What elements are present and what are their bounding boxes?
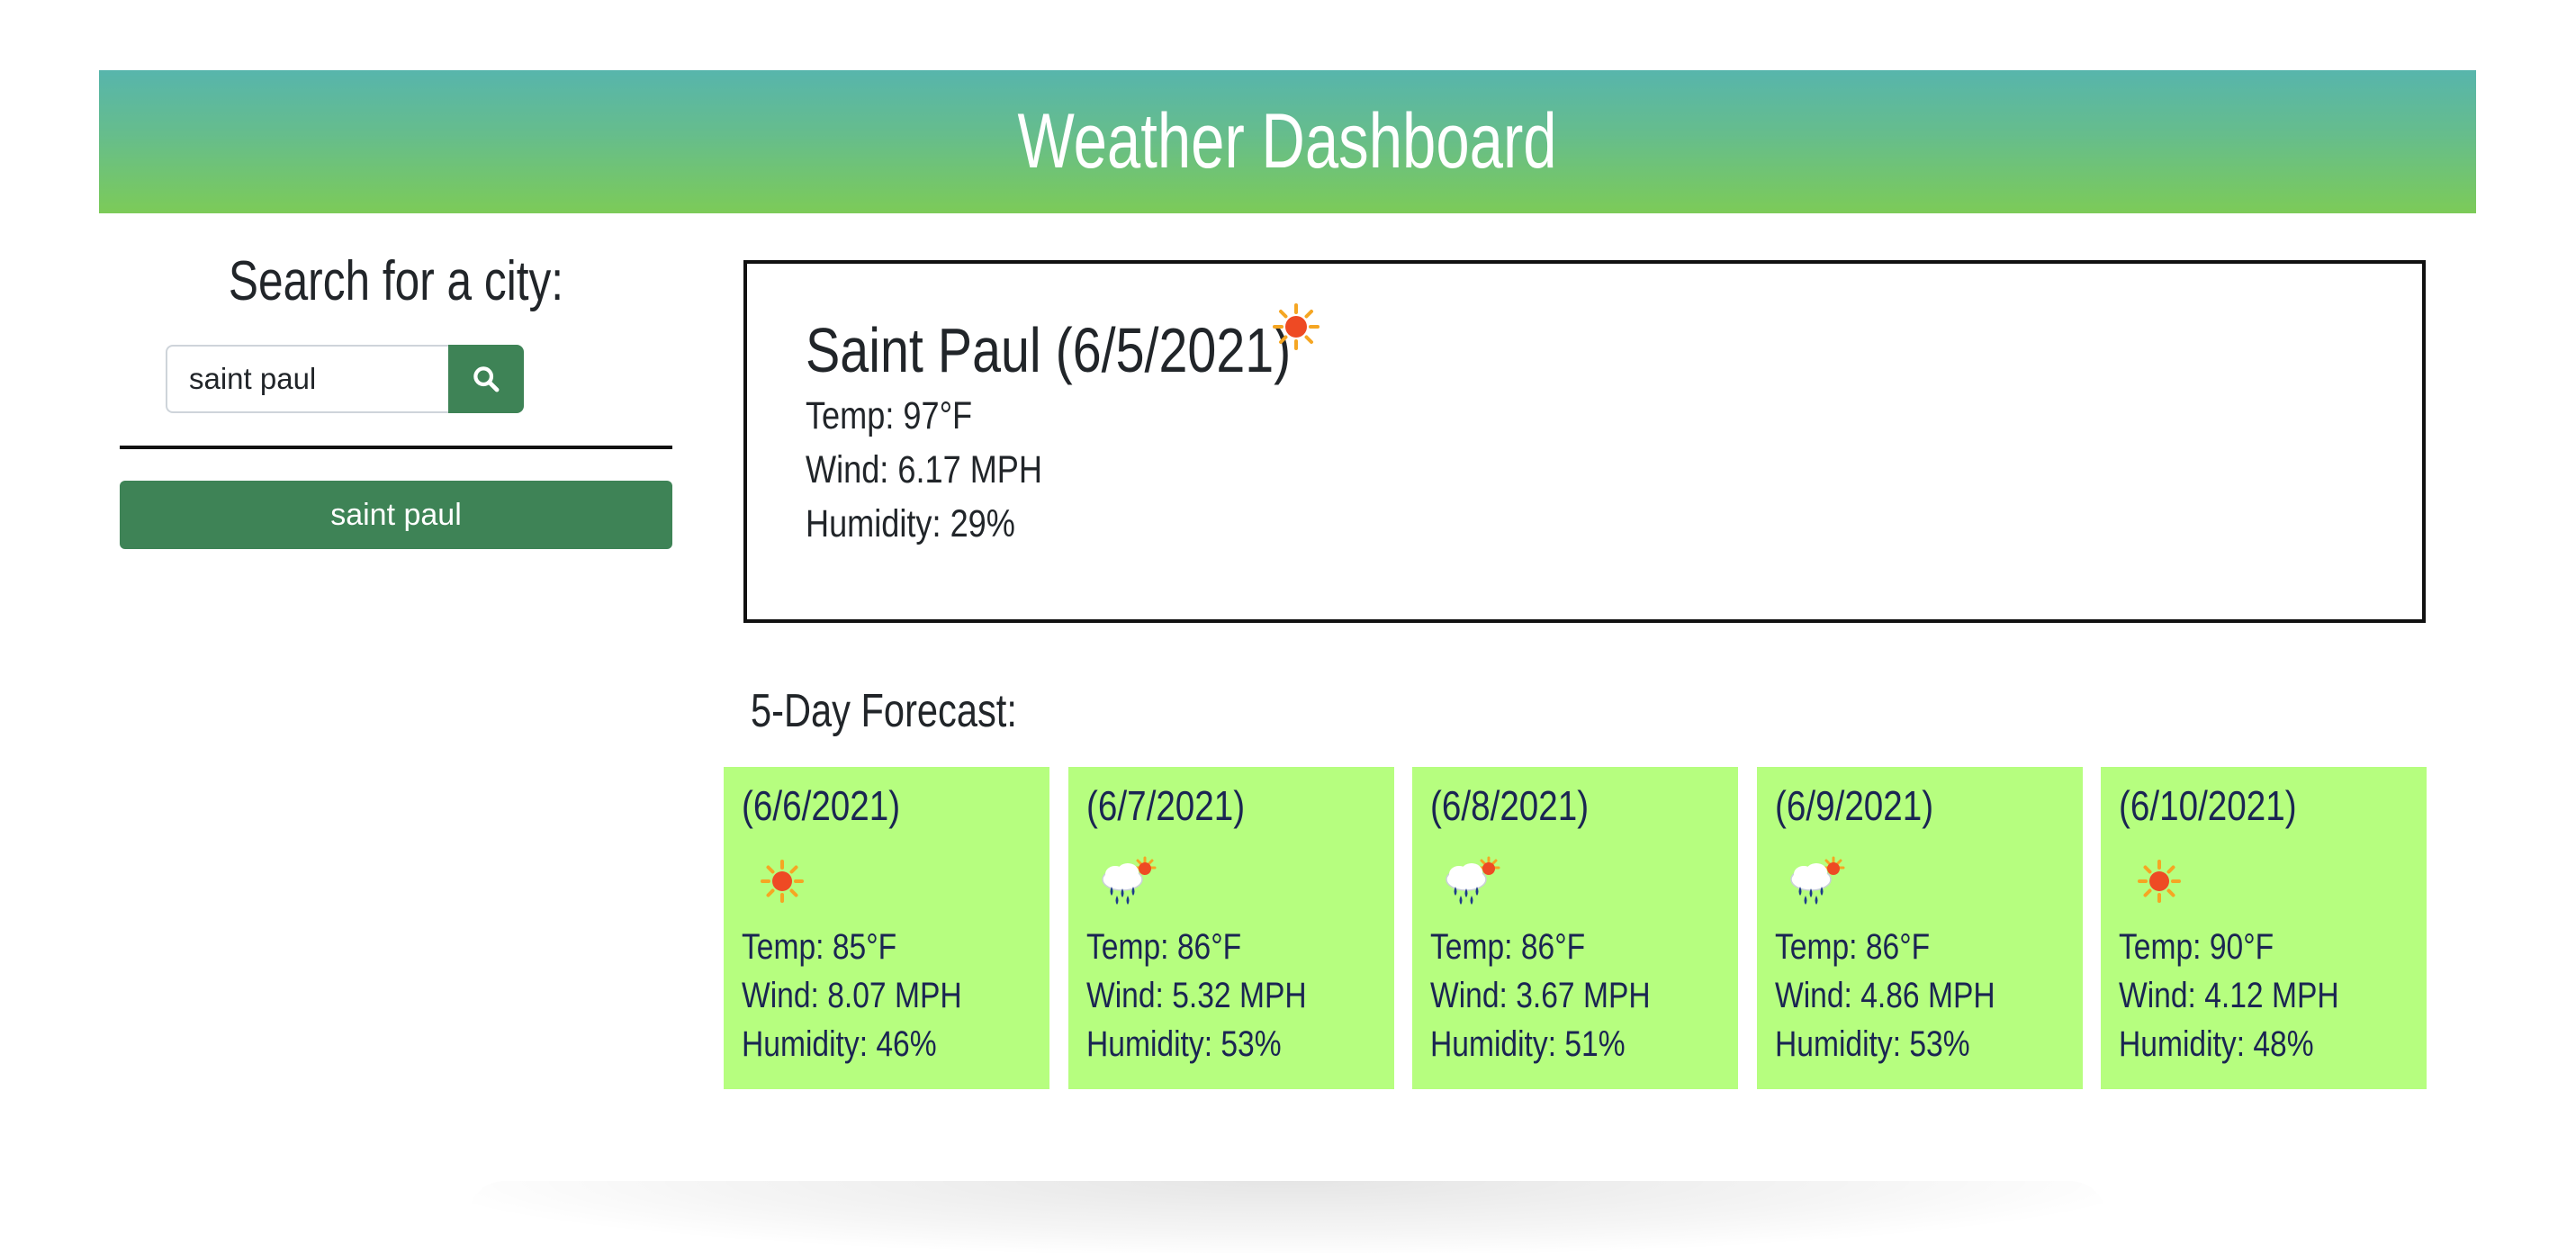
- search-input[interactable]: [166, 345, 448, 413]
- bottom-shadow: [468, 1181, 2106, 1253]
- forecast-humidity: Humidity: 53%: [1086, 1024, 1282, 1064]
- forecast-date: (6/7/2021): [1086, 782, 1246, 829]
- forecast-card: (6/7/2021) Temp: 86°F Wind: 5.32 MPH Hum…: [1068, 767, 1394, 1089]
- forecast-date: (6/10/2021): [2119, 782, 2297, 829]
- forecast-wind: Wind: 3.67 MPH: [1430, 976, 1651, 1015]
- forecast-temp: Temp: 86°F: [1430, 927, 1586, 967]
- history-button-saint-paul[interactable]: saint paul: [120, 481, 672, 549]
- forecast-wind: Wind: 4.12 MPH: [2119, 976, 2339, 1015]
- forecast-card: (6/8/2021) Temp: 86°F Wind: 3.67 MPH Hum…: [1412, 767, 1738, 1089]
- search-button[interactable]: [448, 345, 524, 413]
- forecast-card: (6/9/2021) Temp: 86°F Wind: 4.86 MPH Hum…: [1757, 767, 2083, 1089]
- forecast-wind: Wind: 8.07 MPH: [742, 976, 962, 1015]
- rain-sun-icon: [1102, 856, 1157, 905]
- sun-icon: [2138, 860, 2181, 903]
- current-city-title: Saint Paul (6/5/2021): [806, 315, 1292, 385]
- forecast-card: (6/10/2021) Temp: 90°F Wind: 4.12 MPH Hu…: [2101, 767, 2427, 1089]
- sun-icon: [1273, 303, 1320, 350]
- forecast-heading: 5-Day Forecast:: [751, 685, 1017, 737]
- search-icon: [473, 366, 500, 392]
- current-weather-card: Saint Paul (6/5/2021) Temp: 97°F Wind: 6…: [743, 260, 2426, 623]
- forecast-humidity: Humidity: 53%: [1775, 1024, 1970, 1064]
- search-sidebar: Search for a city: saint paul: [120, 241, 672, 565]
- page-title: Weather Dashboard: [1017, 98, 1558, 185]
- current-temp: Temp: 97°F: [806, 394, 973, 437]
- forecast-humidity: Humidity: 48%: [2119, 1024, 2314, 1064]
- forecast-humidity: Humidity: 46%: [742, 1024, 937, 1064]
- current-humidity: Humidity: 29%: [806, 502, 1015, 545]
- forecast-date: (6/9/2021): [1775, 782, 1934, 829]
- forecast-temp: Temp: 90°F: [2119, 927, 2274, 967]
- forecast-date: (6/8/2021): [1430, 782, 1590, 829]
- forecast-card: (6/6/2021) Temp: 85°F Wind: 8.07 MPH Hum…: [724, 767, 1049, 1089]
- sun-icon: [761, 860, 804, 903]
- page-header: Weather Dashboard: [99, 70, 2476, 213]
- forecast-temp: Temp: 85°F: [742, 927, 897, 967]
- forecast-humidity: Humidity: 51%: [1430, 1024, 1626, 1064]
- current-wind: Wind: 6.17 MPH: [806, 448, 1042, 491]
- forecast-temp: Temp: 86°F: [1775, 927, 1931, 967]
- rain-sun-icon: [1790, 856, 1845, 905]
- search-title: Search for a city:: [228, 250, 564, 312]
- forecast-temp: Temp: 86°F: [1086, 927, 1242, 967]
- forecast-wind: Wind: 5.32 MPH: [1086, 976, 1307, 1015]
- sidebar-divider: [120, 446, 672, 449]
- rain-sun-icon: [1446, 856, 1500, 905]
- forecast-date: (6/6/2021): [742, 782, 901, 829]
- forecast-wind: Wind: 4.86 MPH: [1775, 976, 1995, 1015]
- search-form: [166, 345, 524, 413]
